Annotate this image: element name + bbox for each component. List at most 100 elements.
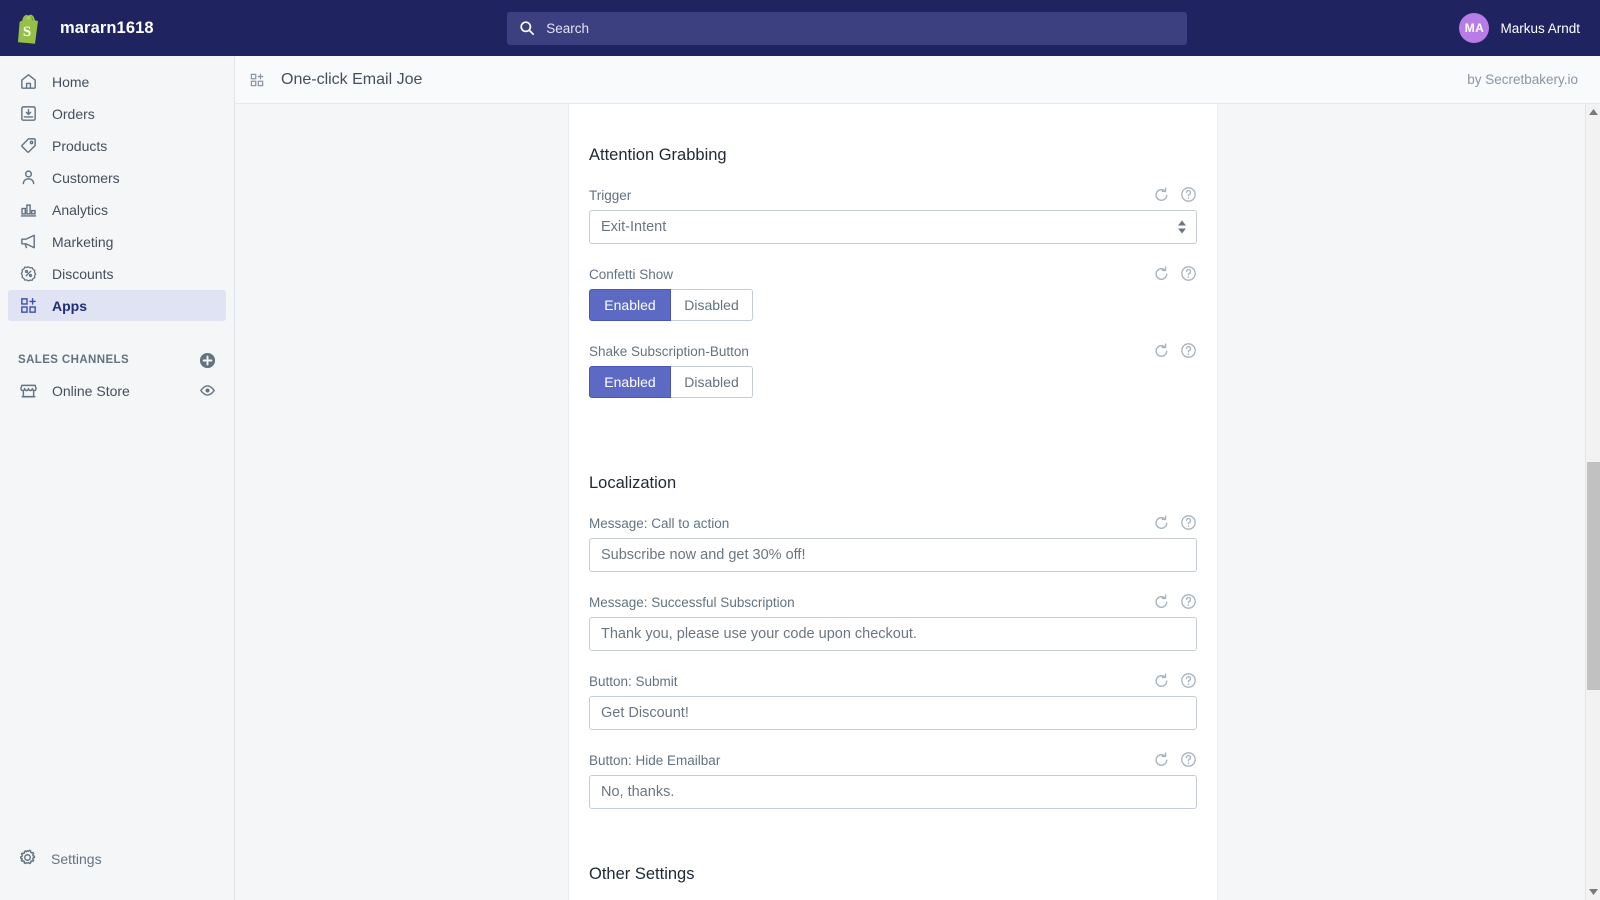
svg-text:S: S (23, 24, 31, 40)
sidebar-item-discounts[interactable]: Discounts (8, 258, 226, 289)
help-circle-icon[interactable] (1180, 186, 1197, 203)
sidebar-item-label: Marketing (52, 233, 114, 250)
field-message-call-to-action: Message: Call to action (589, 511, 1197, 572)
sidebar-item-apps[interactable]: Apps (8, 290, 226, 321)
search-placeholder: Search (546, 20, 590, 36)
segment-enabled[interactable]: Enabled (589, 366, 671, 398)
analytics-bars-icon (18, 200, 38, 220)
segment-enabled[interactable]: Enabled (589, 289, 671, 321)
section-title: Other Settings (589, 865, 695, 883)
section-title: Localization (589, 474, 677, 492)
sidebar-nav: Home Orders Products Customers Analytics… (0, 56, 234, 321)
app-credit: by Secretbakery.io (1467, 72, 1578, 87)
field-trigger: Trigger Exit-Intent (589, 183, 1197, 244)
user-menu[interactable]: MA Markus Arndt (1459, 13, 1600, 43)
page-title: One-click Email Joe (281, 70, 423, 88)
customers-person-icon (18, 168, 38, 188)
sidebar-item-label: Discounts (52, 265, 114, 282)
sidebar-item-label: Products (52, 137, 108, 154)
field-message-successful-subscription: Message: Successful Subscription (589, 590, 1197, 651)
reset-arrow-icon[interactable] (1153, 514, 1170, 531)
search-icon (519, 20, 535, 36)
sidebar-item-label: Home (52, 73, 90, 90)
segment-disabled[interactable]: Disabled (671, 289, 753, 321)
reset-arrow-icon[interactable] (1153, 593, 1170, 610)
eye-icon[interactable] (199, 382, 216, 399)
app-title-group: One-click Email Joe (249, 71, 422, 89)
field-label: Button: Submit (589, 674, 678, 689)
field-label: Message: Successful Subscription (589, 595, 795, 610)
vertical-scrollbar[interactable] (1585, 104, 1600, 900)
field-label: Message: Call to action (589, 516, 730, 531)
reset-arrow-icon[interactable] (1153, 751, 1170, 768)
help-circle-icon[interactable] (1180, 672, 1197, 689)
sidebar-item-label: Analytics (52, 201, 109, 218)
search-input[interactable]: Search (507, 11, 1188, 45)
settings-label: Settings (51, 851, 102, 867)
field-label: Shake Subscription-Button (589, 344, 749, 359)
content-area: Attention Grabbing Trigger Exit-Intent C… (235, 104, 1586, 900)
sales-channels-header: SALES CHANNELS (0, 345, 234, 375)
sidebar-item-home[interactable]: Home (8, 66, 226, 97)
shake-subscription-button-toggle: Enabled Disabled (589, 366, 1197, 398)
sidebar-item-label: Orders (52, 105, 95, 122)
help-circle-icon[interactable] (1180, 514, 1197, 531)
scroll-down-arrow-icon[interactable] (1586, 884, 1600, 900)
brand-home-link[interactable]: S mararn1618 (0, 0, 235, 56)
help-circle-icon[interactable] (1180, 342, 1197, 359)
avatar: MA (1459, 13, 1490, 43)
settings-card: Attention Grabbing Trigger Exit-Intent C… (568, 104, 1218, 900)
gear-icon (18, 848, 37, 870)
field-button-submit: Button: Submit (589, 669, 1197, 730)
field-shake-subscription-button: Shake Subscription-Button Enabled Disabl… (589, 339, 1197, 398)
button-submit-input[interactable] (589, 696, 1197, 730)
help-circle-icon[interactable] (1180, 751, 1197, 768)
orders-icon (18, 104, 38, 124)
reset-arrow-icon[interactable] (1153, 186, 1170, 203)
sidebar-item-products[interactable]: Products (8, 130, 226, 161)
help-circle-icon[interactable] (1180, 265, 1197, 282)
segment-disabled[interactable]: Disabled (671, 366, 753, 398)
scroll-up-arrow-icon[interactable] (1586, 104, 1600, 120)
storefront-icon (18, 381, 38, 401)
sales-channels-heading: SALES CHANNELS (18, 354, 130, 366)
message-successful-subscription-input[interactable] (589, 617, 1197, 651)
sidebar-item-online-store[interactable]: Online Store (8, 375, 226, 406)
reset-arrow-icon[interactable] (1153, 265, 1170, 282)
top-bar: S mararn1618 Search MA Markus Arndt (0, 0, 1600, 56)
sidebar-item-analytics[interactable]: Analytics (8, 194, 226, 225)
message-call-to-action-input[interactable] (589, 538, 1197, 572)
store-name: mararn1618 (60, 18, 154, 37)
section-title: Attention Grabbing (589, 146, 727, 164)
sidebar-item-orders[interactable]: Orders (8, 98, 226, 129)
sidebar-item-marketing[interactable]: Marketing (8, 226, 226, 257)
sidebar-item-customers[interactable]: Customers (8, 162, 226, 193)
discounts-percent-icon (18, 264, 38, 284)
button-hide-emailbar-input[interactable] (589, 775, 1197, 809)
trigger-select[interactable]: Exit-Intent (589, 210, 1197, 244)
field-label: Button: Hide Emailbar (589, 753, 721, 768)
field-label: Confetti Show (589, 267, 674, 282)
plus-circle-icon[interactable] (199, 352, 216, 369)
sidebar-item-settings[interactable]: Settings (0, 848, 235, 870)
shopify-bag-icon: S (16, 12, 46, 44)
reset-arrow-icon[interactable] (1153, 342, 1170, 359)
field-button-hide-emailbar: Button: Hide Emailbar (589, 748, 1197, 809)
field-confetti-show: Confetti Show Enabled Disabled (589, 262, 1197, 321)
confetti-show-toggle: Enabled Disabled (589, 289, 1197, 321)
help-circle-icon[interactable] (1180, 593, 1197, 610)
products-tag-icon (18, 136, 38, 156)
scrollbar-thumb[interactable] (1587, 462, 1600, 690)
sidebar-item-label: Online Store (52, 382, 130, 399)
home-icon (18, 72, 38, 92)
field-label: Trigger (589, 188, 632, 203)
sales-channels-list: Online Store (0, 375, 234, 406)
reset-arrow-icon[interactable] (1153, 672, 1170, 689)
sidebar: Home Orders Products Customers Analytics… (0, 56, 235, 900)
search-area: Search (235, 11, 1459, 45)
apps-grid-plus-icon (18, 296, 38, 316)
sidebar-item-label: Apps (52, 297, 87, 314)
app-header: One-click Email Joe by Secretbakery.io (235, 56, 1600, 104)
